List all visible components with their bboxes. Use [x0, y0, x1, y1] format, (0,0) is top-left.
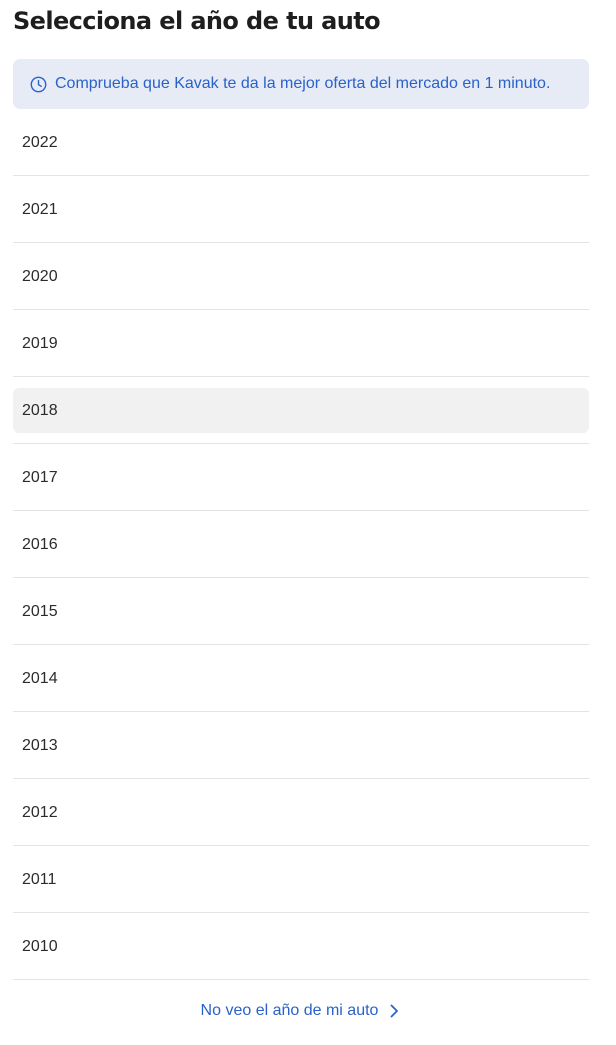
year-option-2017[interactable]: 2017: [13, 444, 589, 511]
year-label: 2012: [22, 803, 58, 821]
year-option-2014[interactable]: 2014: [13, 645, 589, 712]
year-list: 2022 2021 2020 2019 2018 2017 2016 2015 …: [13, 109, 589, 980]
year-label: 2014: [22, 669, 58, 687]
year-label: 2016: [22, 535, 58, 553]
year-label: 2021: [22, 200, 58, 218]
chevron-right-icon: [387, 1003, 401, 1019]
page-title: Selecciona el año de tu auto: [13, 7, 381, 35]
year-label: 2017: [22, 468, 58, 486]
year-option-2015[interactable]: 2015: [13, 578, 589, 645]
year-option-2011[interactable]: 2011: [13, 846, 589, 913]
year-label: 2020: [22, 267, 58, 285]
year-label: 2019: [22, 334, 58, 352]
year-label: 2018: [22, 401, 58, 419]
year-label: 2015: [22, 602, 58, 620]
year-option-2019[interactable]: 2019: [13, 310, 589, 377]
year-not-found-label: No veo el año de mi auto: [200, 1002, 379, 1019]
year-option-2021[interactable]: 2021: [13, 176, 589, 243]
year-selection-page: Selecciona el año de tu auto Comprueba q…: [0, 0, 616, 1020]
year-option-2018[interactable]: 2018: [13, 377, 589, 444]
year-option-2022[interactable]: 2022: [13, 109, 589, 176]
year-label: 2013: [22, 736, 58, 754]
year-option-2020[interactable]: 2020: [13, 243, 589, 310]
year-label: 2022: [22, 133, 58, 151]
year-option-2016[interactable]: 2016: [13, 511, 589, 578]
year-label: 2010: [22, 937, 58, 955]
year-label: 2011: [22, 870, 57, 888]
info-banner-text: Comprueba que Kavak te da la mejor ofert…: [55, 75, 551, 92]
year-not-found-link[interactable]: No veo el año de mi auto: [13, 1002, 589, 1020]
year-option-2012[interactable]: 2012: [13, 779, 589, 846]
clock-icon: [30, 76, 47, 93]
info-banner: Comprueba que Kavak te da la mejor ofert…: [13, 59, 589, 109]
year-option-2013[interactable]: 2013: [13, 712, 589, 779]
year-option-2010[interactable]: 2010: [13, 913, 589, 980]
